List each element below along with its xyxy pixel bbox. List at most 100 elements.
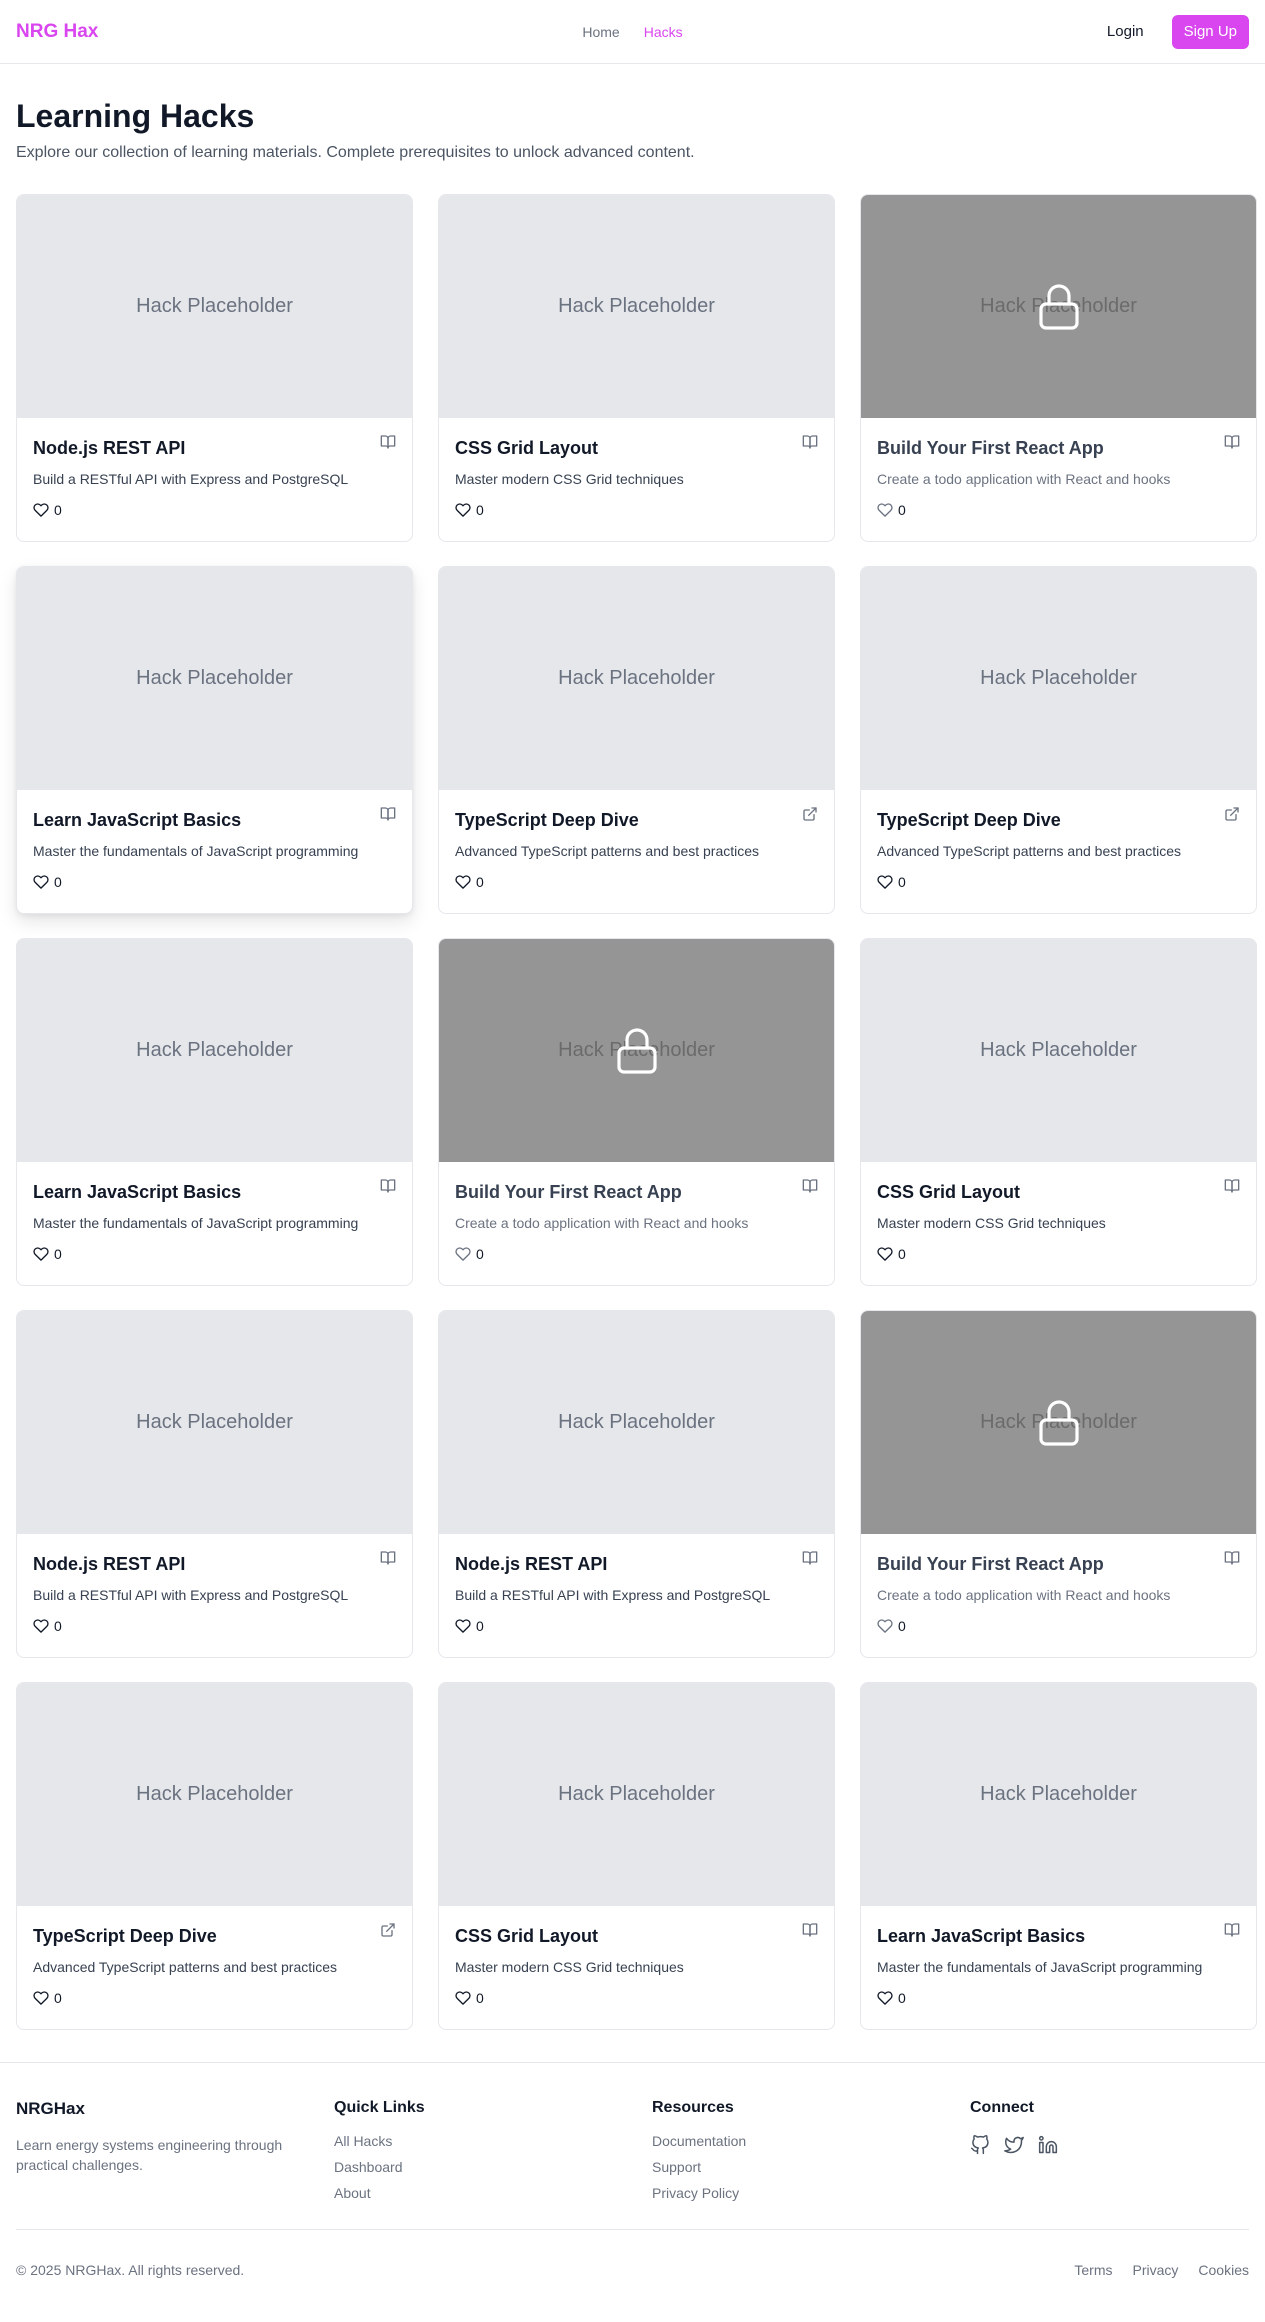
like-count: 0 [54, 1246, 62, 1262]
footer-brand: NRGHax [16, 2099, 85, 2118]
card-description: Create a todo application with React and… [877, 471, 1171, 487]
like-button[interactable]: 0 [455, 1618, 818, 1634]
footer-brand-col: NRGHax Learn energy systems engineering … [16, 2099, 334, 2229]
hack-thumbnail: Hack Placeholder [17, 567, 412, 790]
hack-card[interactable]: Hack Placeholder Node.js REST API Build a … [16, 194, 413, 542]
hack-thumbnail: Hack Placeholder [439, 1311, 834, 1534]
legal-link-terms[interactable]: Terms [1074, 2262, 1112, 2278]
like-button[interactable]: 0 [877, 874, 1240, 890]
card-description: Advanced TypeScript patterns and best pr… [455, 843, 760, 859]
hack-card[interactable]: Hack Placeholder Build Your First React A… [438, 938, 835, 1286]
book-open-icon [380, 435, 396, 449]
like-count: 0 [898, 1246, 906, 1262]
footer-link-all-hacks[interactable]: All Hacks [334, 2133, 652, 2149]
hack-card[interactable]: Hack Placeholder Build Your First React A… [860, 1310, 1257, 1658]
legal-link-privacy[interactable]: Privacy [1133, 2262, 1179, 2278]
like-count: 0 [476, 874, 484, 890]
like-count: 0 [476, 1990, 484, 2006]
footer-link-support[interactable]: Support [652, 2159, 970, 2175]
nav-home[interactable]: Home [582, 24, 619, 40]
card-title: Learn JavaScript Basics [33, 1182, 242, 1202]
card-description: Advanced TypeScript patterns and best pr… [33, 1959, 338, 1975]
card-body: Build Your First React App Create a todo … [861, 1534, 1256, 1634]
login-button[interactable]: Login [1095, 15, 1156, 48]
hack-card[interactable]: Hack Placeholder TypeScript Deep Dive Adva… [860, 566, 1257, 914]
book-open-icon [1224, 1551, 1240, 1565]
card-body: Node.js REST API Build a RESTful API with… [439, 1534, 834, 1634]
card-title: Node.js REST API [33, 1554, 186, 1574]
hack-card[interactable]: Hack Placeholder Node.js REST API Build a … [438, 1310, 835, 1658]
like-button[interactable]: 0 [33, 1990, 396, 2006]
footer-link-about[interactable]: About [334, 2185, 652, 2201]
hack-card[interactable]: Hack Placeholder Node.js REST API Build a … [16, 1310, 413, 1658]
footer-link-privacy-policy[interactable]: Privacy Policy [652, 2185, 970, 2201]
header-actions: Login Sign Up [1095, 14, 1249, 49]
hack-card[interactable]: Hack Placeholder Build Your First React A… [860, 194, 1257, 542]
hack-card[interactable]: Hack Placeholder Learn JavaScript Basics M… [16, 566, 413, 914]
twitter-icon[interactable] [1004, 2135, 1024, 2155]
hack-card[interactable]: Hack Placeholder TypeScript Deep Dive Adva… [438, 566, 835, 914]
like-button[interactable]: 0 [877, 1618, 1240, 1634]
card-description: Master modern CSS Grid techniques [455, 471, 684, 487]
hack-card[interactable]: Hack Placeholder CSS Grid Layout Master mo… [860, 938, 1257, 1286]
hack-thumbnail: Hack Placeholder [861, 195, 1256, 418]
thumbnail-placeholder-text: Hack Placeholder [136, 1039, 293, 1061]
signup-button[interactable]: Sign Up [1171, 14, 1249, 49]
card-body: CSS Grid Layout Master modern CSS Grid te… [439, 1906, 834, 2006]
like-button[interactable]: 0 [455, 502, 818, 518]
hack-card[interactable]: Hack Placeholder CSS Grid Layout Master mo… [438, 194, 835, 542]
card-body: TypeScript Deep Dive Advanced TypeScript … [861, 790, 1256, 890]
like-button[interactable]: 0 [33, 502, 396, 518]
card-description: Advanced TypeScript patterns and best pr… [877, 843, 1182, 859]
like-button[interactable]: 0 [455, 1990, 818, 2006]
heart-icon [455, 875, 471, 889]
hack-thumbnail: Hack Placeholder [861, 939, 1256, 1162]
copyright: © 2025 NRGHax. All rights reserved. [16, 2261, 245, 2278]
footer-tagline: Learn energy systems engineering through… [16, 2137, 283, 2173]
like-button[interactable]: 0 [33, 1618, 396, 1634]
thumbnail-placeholder-text: Hack Placeholder [980, 667, 1137, 689]
hack-thumbnail: Hack Placeholder [861, 567, 1256, 790]
hack-card[interactable]: Hack Placeholder CSS Grid Layout Master mo… [438, 1682, 835, 2030]
card-title: CSS Grid Layout [877, 1182, 1021, 1202]
legal-link-cookies[interactable]: Cookies [1198, 2262, 1249, 2278]
footer-heading-resources: Resources [652, 2099, 734, 2116]
hack-thumbnail: Hack Placeholder [439, 939, 834, 1162]
card-title: Build Your First React App [455, 1182, 682, 1202]
card-title: Learn JavaScript Basics [877, 1926, 1086, 1946]
like-button[interactable]: 0 [33, 1246, 396, 1262]
like-button[interactable]: 0 [33, 874, 396, 890]
like-count: 0 [476, 1246, 484, 1262]
hack-card[interactable]: Hack Placeholder TypeScript Deep Dive Adva… [16, 1682, 413, 2030]
footer-heading-connect: Connect [970, 2099, 1034, 2116]
github-icon[interactable] [970, 2135, 990, 2155]
external-link-icon [803, 807, 817, 821]
like-button[interactable]: 0 [877, 1990, 1240, 2006]
like-button[interactable]: 0 [455, 874, 818, 890]
card-title: TypeScript Deep Dive [877, 810, 1061, 830]
hack-card[interactable]: Hack Placeholder Learn JavaScript Basics M… [16, 938, 413, 1286]
like-count: 0 [54, 1990, 62, 2006]
hack-grid: Hack Placeholder Node.js REST API Build a … [16, 194, 1257, 2030]
card-body: Build Your First React App Create a todo … [439, 1162, 834, 1262]
book-open-icon [802, 1551, 818, 1565]
footer-link-documentation[interactable]: Documentation [652, 2133, 970, 2149]
card-description: Master modern CSS Grid techniques [877, 1215, 1106, 1231]
card-body: Node.js REST API Build a RESTful API with… [17, 1534, 412, 1634]
main-nav: Home Hacks [0, 0, 1265, 64]
hack-card[interactable]: Hack Placeholder Learn JavaScript Basics M… [860, 1682, 1257, 2030]
like-button[interactable]: 0 [877, 1246, 1240, 1262]
like-button[interactable]: 0 [455, 1246, 818, 1262]
site-header: NRG Hax Home Hacks Login Sign Up [0, 0, 1265, 64]
like-button[interactable]: 0 [877, 502, 1240, 518]
card-body: Build Your First React App Create a todo … [861, 418, 1256, 518]
card-body: Learn JavaScript Basics Master the fundam… [17, 1162, 412, 1262]
nav-hacks[interactable]: Hacks [644, 24, 683, 40]
like-count: 0 [54, 874, 62, 890]
card-description: Create a todo application with React and… [455, 1215, 749, 1231]
linkedin-icon[interactable] [1038, 2135, 1058, 2155]
footer-link-dashboard[interactable]: Dashboard [334, 2159, 652, 2175]
logo[interactable]: NRG Hax [16, 21, 98, 43]
card-title: Build Your First React App [877, 1554, 1104, 1574]
heart-icon [455, 1991, 471, 2005]
